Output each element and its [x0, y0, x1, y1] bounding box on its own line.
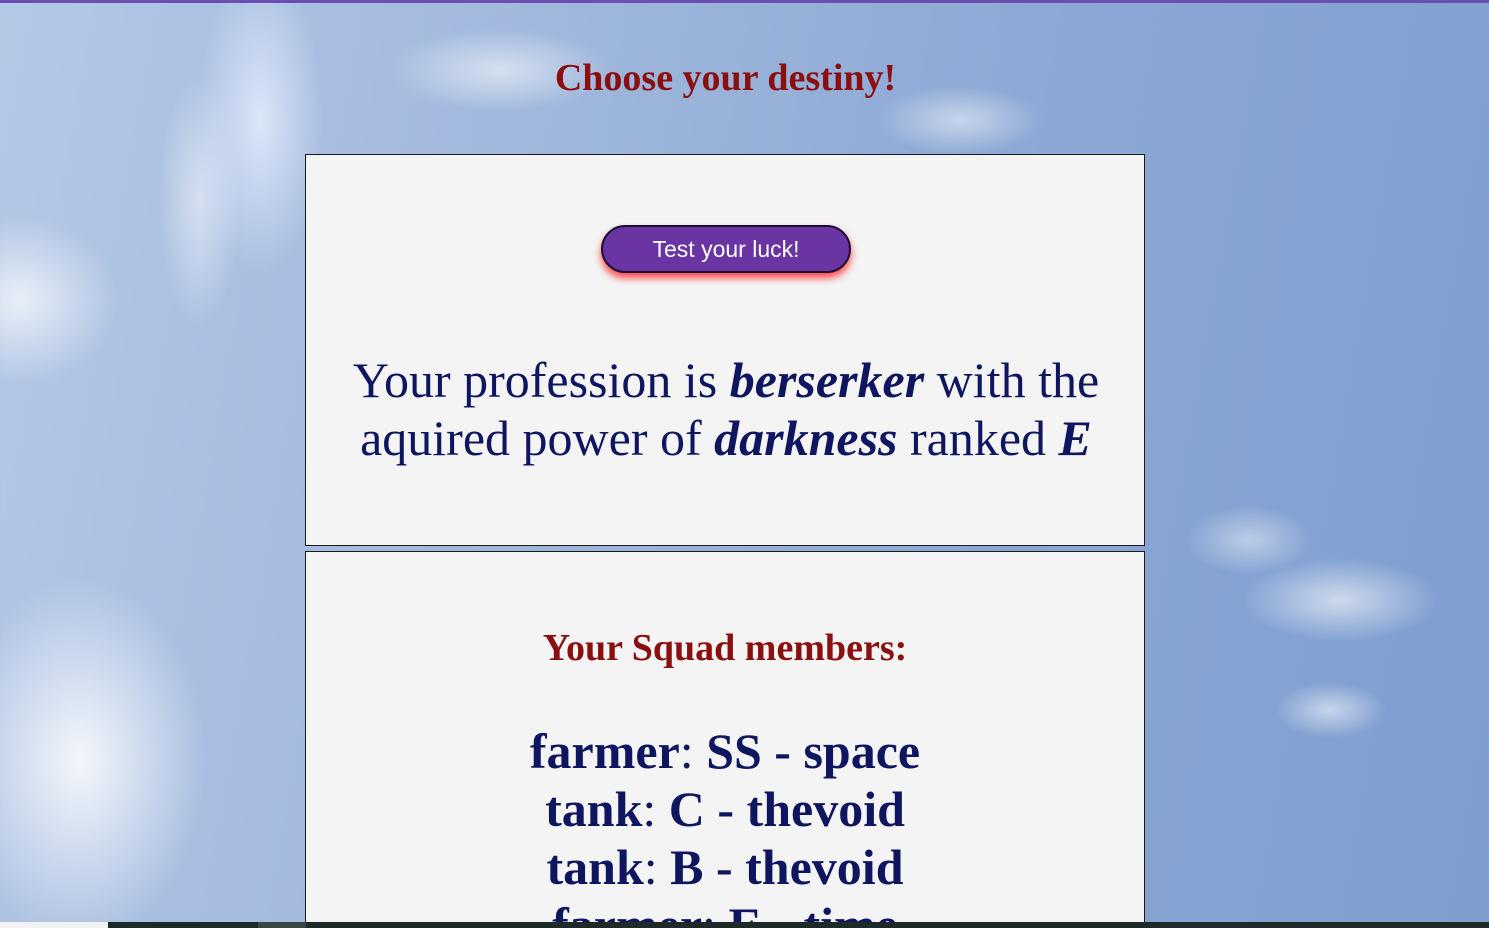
result-rank: E: [1058, 410, 1092, 466]
member-profession: tank: [546, 839, 644, 895]
member-separator: :: [642, 781, 669, 837]
squad-heading: Your Squad members:: [542, 627, 908, 669]
squad-member: farmer: SS - space: [306, 722, 1144, 780]
result-power: darkness: [714, 410, 898, 466]
top-accent-bar: [0, 0, 1489, 3]
taskbar-task-item[interactable]: [258, 922, 306, 928]
squad-list: farmer: SS - space tank: C - thevoid tan…: [306, 722, 1144, 928]
result-profession: berserker: [729, 352, 925, 408]
profession-result: Your profession is berserker with the aq…: [326, 351, 1126, 467]
squad-member: tank: C - thevoid: [306, 780, 1144, 838]
luck-panel: Test your luck! Your profession is berse…: [305, 154, 1145, 546]
taskbar: [0, 922, 1489, 928]
member-detail: SS - space: [706, 723, 921, 779]
page-title: Choose your destiny!: [554, 57, 897, 99]
member-detail: B - thevoid: [670, 839, 904, 895]
squad-panel: Your Squad members: farmer: SS - space t…: [305, 551, 1145, 928]
result-rank-label: ranked: [897, 410, 1059, 466]
member-detail: C - thevoid: [668, 781, 905, 837]
member-separator: :: [679, 723, 707, 779]
squad-member: tank: B - thevoid: [306, 838, 1144, 896]
result-prefix: Your profession is: [352, 352, 730, 408]
test-luck-button[interactable]: Test your luck!: [601, 225, 851, 273]
member-separator: :: [643, 839, 671, 895]
taskbar-start-area[interactable]: [0, 922, 108, 928]
member-profession: tank: [545, 781, 643, 837]
member-profession: farmer: [529, 723, 680, 779]
